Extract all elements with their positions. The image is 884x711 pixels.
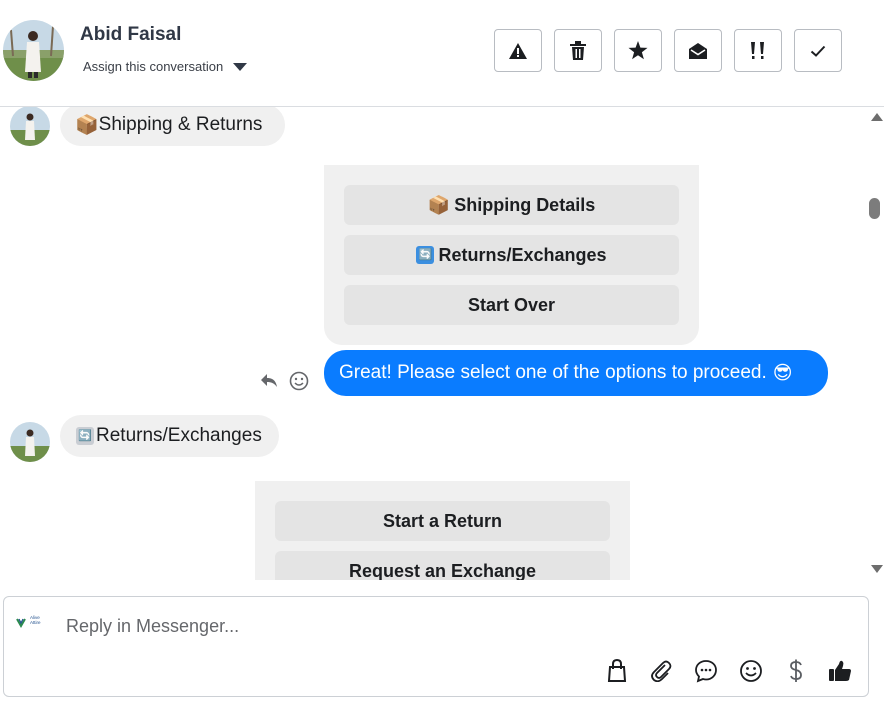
refresh-emoji: 🔄 bbox=[416, 246, 435, 264]
react-icon[interactable] bbox=[289, 371, 309, 396]
option-label: Returns/Exchanges bbox=[438, 244, 607, 265]
page-logo: Alive Attire bbox=[16, 615, 50, 633]
page-logo-text: Alive Attire bbox=[30, 615, 41, 625]
contact-avatar[interactable] bbox=[3, 20, 64, 81]
envelope-open-icon bbox=[689, 42, 707, 59]
scroll-up-arrow-icon[interactable] bbox=[871, 113, 883, 121]
option-label: Start Over bbox=[467, 294, 556, 315]
start-a-return-button[interactable]: Start a Return bbox=[275, 501, 610, 541]
refresh-emoji: 🔄 bbox=[76, 427, 94, 445]
reply-composer: Alive Attire bbox=[3, 596, 869, 697]
caret-down-icon bbox=[233, 62, 248, 71]
delete-button[interactable] bbox=[554, 29, 602, 72]
star-button[interactable] bbox=[614, 29, 662, 72]
mark-unread-button[interactable] bbox=[674, 29, 722, 72]
paperclip-icon bbox=[651, 660, 672, 682]
thread-scrollbar[interactable] bbox=[866, 107, 884, 580]
emoji-icon bbox=[740, 660, 762, 682]
payment-button[interactable] bbox=[782, 657, 810, 685]
mark-spam-button[interactable] bbox=[494, 29, 542, 72]
assign-label: Assign this conversation bbox=[83, 59, 224, 74]
quick-reply-card: 📦 Shipping Details 🔄 Returns/Exchanges Sta… bbox=[324, 165, 699, 345]
saved-replies-button[interactable] bbox=[692, 657, 720, 685]
dollar-icon bbox=[790, 659, 802, 682]
message-text: Returns/Exchanges bbox=[96, 425, 262, 446]
like-icon bbox=[829, 660, 851, 681]
mark-done-button[interactable] bbox=[794, 29, 842, 72]
assign-conversation-dropdown[interactable]: Assign this conversation bbox=[83, 59, 248, 74]
request-an-exchange-button[interactable]: Request an Exchange bbox=[275, 551, 610, 580]
page-reply-message: Great! Please select one of the options … bbox=[324, 350, 828, 396]
send-like-button[interactable] bbox=[826, 657, 854, 685]
contact-avatar-small bbox=[10, 422, 50, 462]
checkmark-icon bbox=[810, 45, 826, 57]
returns-exchanges-button[interactable]: 🔄 Returns/Exchanges bbox=[344, 235, 679, 275]
option-label: Request an Exchange bbox=[348, 560, 537, 581]
reply-input[interactable] bbox=[64, 611, 628, 641]
shopping-bag-button[interactable] bbox=[603, 657, 631, 685]
attach-file-button[interactable] bbox=[647, 657, 675, 685]
message-text: Great! Please select one of the options … bbox=[339, 362, 767, 383]
reply-icon[interactable] bbox=[260, 372, 278, 393]
shipping-details-button[interactable]: 📦 Shipping Details bbox=[344, 185, 679, 225]
start-over-button[interactable]: Start Over bbox=[344, 285, 679, 325]
message-thread: 📦 Shipping & Returns 📦 Shipping Details 🔄 R… bbox=[0, 107, 866, 580]
scroll-down-arrow-icon[interactable] bbox=[871, 565, 883, 573]
saved-reply-icon bbox=[695, 660, 717, 683]
package-emoji: 📦 bbox=[427, 194, 451, 215]
contact-name: Abid Faisal bbox=[80, 24, 182, 45]
contact-avatar-small bbox=[10, 107, 50, 146]
emoji-button[interactable] bbox=[737, 657, 765, 685]
message-text: Shipping & Returns bbox=[98, 114, 263, 135]
customer-message: 🔄 Returns/Exchanges bbox=[60, 415, 279, 457]
customer-message: 📦 Shipping & Returns bbox=[60, 107, 285, 146]
follow-up-icon bbox=[751, 41, 764, 59]
scroll-thumb[interactable] bbox=[869, 198, 880, 219]
star-icon bbox=[628, 41, 648, 60]
shopping-bag-icon bbox=[607, 659, 627, 682]
option-label: Shipping Details bbox=[454, 194, 596, 215]
option-label: Start a Return bbox=[382, 510, 503, 531]
conversation-header: Abid Faisal Assign this conversation bbox=[0, 0, 884, 107]
package-emoji: 📦 bbox=[75, 115, 99, 136]
quick-reply-card: Start a Return Request an Exchange bbox=[255, 481, 630, 580]
sunglasses-emoji: 😎 bbox=[772, 362, 793, 384]
warning-icon bbox=[509, 42, 527, 59]
follow-up-button[interactable] bbox=[734, 29, 782, 72]
trash-icon bbox=[570, 40, 586, 60]
